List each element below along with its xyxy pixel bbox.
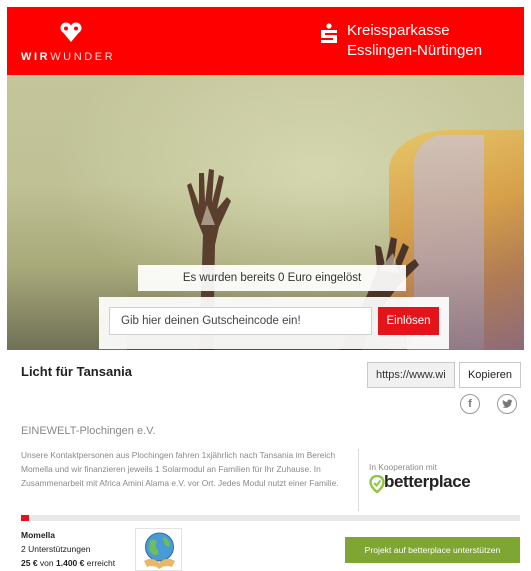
wirwunder-wordmark: WIRWUNDER — [21, 51, 116, 63]
supporter-count: 2 Unterstützungen — [21, 544, 91, 554]
copy-url-button[interactable]: Kopieren — [459, 362, 521, 388]
support-on-betterplace-button[interactable]: Projekt auf betterplace unterstützen — [345, 537, 520, 563]
cooperation-label: In Kooperation mit — [369, 462, 437, 472]
twitter-bird-glyph — [501, 399, 513, 408]
sparkasse-name-line1: Kreissparkasse — [347, 22, 450, 39]
amount-suffix: erreicht — [86, 558, 116, 568]
sparkasse-s-icon — [321, 23, 337, 43]
description-divider — [358, 449, 359, 511]
wirwunder-heart-icon — [60, 22, 82, 42]
header-bar: WIRWUNDER Kreissparkasse Esslingen-Nürti… — [7, 7, 524, 75]
project-description: Unsere Kontaktpersonen aus Plochingen fa… — [21, 450, 339, 488]
amount-raised: 25 € — [21, 558, 38, 568]
hero-image: Es wurden bereits 0 Euro eingelöst Einlö… — [7, 75, 524, 350]
kreissparkasse-logo[interactable]: Kreissparkasse Esslingen-Nürtingen — [320, 21, 510, 65]
share-url-field[interactable]: https://www.wi — [367, 362, 455, 388]
betterplace-pin-icon — [369, 475, 385, 493]
betterplace-wordmark: betterplace — [384, 472, 471, 491]
sparkasse-name-line2: Esslingen-Nürtingen — [347, 42, 483, 59]
project-location: Momella — [21, 530, 56, 540]
amount-connector: von — [39, 558, 54, 568]
globe-logo-icon — [144, 532, 175, 569]
organization-avatar[interactable] — [135, 528, 182, 571]
amount-goal: 1.400 € — [56, 558, 85, 568]
funding-amount: 25 € von 1.400 € erreicht — [21, 558, 115, 568]
redeemed-info: Es wurden bereits 0 Euro eingelöst — [138, 265, 406, 291]
organization-name[interactable]: EINEWELT-Plochingen e.V. — [21, 425, 156, 437]
redeem-button[interactable]: Einlösen — [378, 307, 439, 335]
wirwunder-logo[interactable]: WIRWUNDER — [21, 21, 113, 65]
twitter-icon[interactable] — [497, 394, 517, 414]
funding-progress-bar — [21, 515, 520, 521]
voucher-form: Einlösen — [99, 297, 449, 349]
funding-progress-fill — [21, 515, 29, 521]
betterplace-logo[interactable]: betterplace — [369, 472, 479, 494]
voucher-code-input[interactable] — [109, 307, 372, 335]
facebook-icon[interactable]: f — [460, 394, 480, 414]
project-title: Licht für Tansania — [21, 364, 132, 379]
